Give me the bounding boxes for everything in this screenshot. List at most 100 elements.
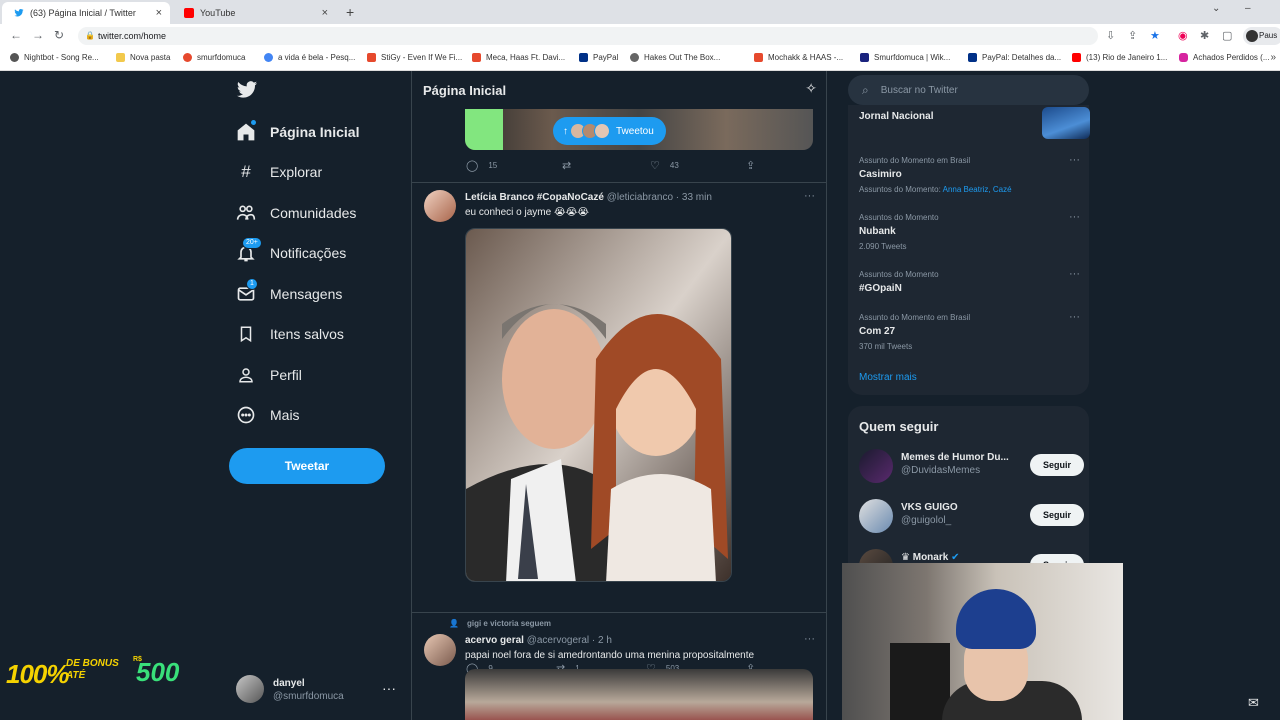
account-switcher[interactable]: danyel @smurfdomuca ··· bbox=[236, 673, 396, 707]
follow-button[interactable]: Seguir bbox=[1030, 504, 1084, 526]
bookmark-item[interactable]: PayPal bbox=[579, 53, 618, 62]
suggestion-handle: @DuvidasMemes bbox=[901, 465, 981, 476]
tab-twitter[interactable]: (63) Página Inicial / Twitter × bbox=[2, 2, 170, 24]
tab-close-icon[interactable]: × bbox=[156, 7, 162, 19]
sparkle-icon[interactable]: ✧ bbox=[805, 80, 817, 97]
suggestion-name: Memes de Humor Du... bbox=[901, 452, 1009, 463]
account-name: danyel bbox=[273, 678, 305, 689]
sidebar-item-profile[interactable]: Perfil bbox=[234, 355, 302, 395]
bookmark-item[interactable]: (13) Rio de Janeiro 1... bbox=[1072, 53, 1167, 62]
install-icon[interactable]: ⇩ bbox=[1106, 29, 1115, 42]
bookmark-item[interactable]: Achados Perdidos (... bbox=[1179, 53, 1269, 62]
sidebar-item-home[interactable]: Página Inicial bbox=[234, 112, 359, 152]
sidebar-item-label: Página Inicial bbox=[270, 124, 360, 140]
avatar[interactable] bbox=[424, 634, 456, 666]
paypal-icon bbox=[579, 53, 588, 62]
suggestion-name: VKS GUIGO bbox=[901, 502, 958, 513]
follow-suggestion[interactable]: Memes de Humor Du... @DuvidasMemes Segui… bbox=[859, 449, 1084, 485]
bookmark-item[interactable]: Smurfdomuca | Wik... bbox=[860, 53, 950, 62]
sidebar-item-explore[interactable]: # Explorar bbox=[234, 152, 322, 192]
bookmark-item[interactable]: Mochakk & HAAS -... bbox=[754, 53, 843, 62]
side-panel-icon[interactable]: ▢ bbox=[1222, 29, 1232, 42]
arrow-up-icon: ↑ bbox=[563, 125, 568, 137]
profile-chip[interactable]: Paus bbox=[1243, 27, 1280, 45]
bookmark-item[interactable]: Hakes Out The Box... bbox=[630, 53, 720, 62]
extension-icon[interactable]: ◉ bbox=[1178, 29, 1188, 42]
browser-chrome: (63) Página Inicial / Twitter × YouTube … bbox=[0, 0, 1280, 71]
trend-item[interactable]: Assuntos do Momento Nubank 2.090 Tweets … bbox=[859, 211, 1084, 251]
tab-youtube[interactable]: YouTube × bbox=[172, 2, 336, 24]
search-icon: ⌕ bbox=[862, 82, 869, 97]
sidebar-item-bookmarks[interactable]: Itens salvos bbox=[234, 314, 344, 354]
tweet-button[interactable]: Tweetar bbox=[229, 448, 385, 484]
sidebar-item-more[interactable]: Mais bbox=[234, 395, 300, 435]
more-options-icon[interactable]: ··· bbox=[1069, 268, 1080, 280]
site-icon bbox=[367, 53, 376, 62]
sidebar-item-notifications[interactable]: 20+ Notificações bbox=[234, 233, 346, 273]
unread-dot bbox=[251, 120, 256, 125]
sidebar-item-communities[interactable]: Comunidades bbox=[234, 193, 356, 233]
author-name[interactable]: Letícia Branco #CopaNoCazé bbox=[465, 192, 604, 203]
tweet-photo[interactable] bbox=[465, 228, 732, 582]
tab-search-icon[interactable]: ⌄ bbox=[1212, 3, 1220, 14]
url-bar[interactable]: 🔒 twitter.com/home bbox=[78, 27, 1098, 45]
more-options-icon[interactable]: ··· bbox=[382, 680, 396, 696]
reply-button[interactable]: ◯ 15 bbox=[466, 159, 497, 172]
tweet-header: acervo geral @acervogeral · 2 h bbox=[465, 635, 612, 646]
tweet-text: eu conheci o jayme 😭😭😭 bbox=[465, 207, 589, 218]
search-input[interactable]: ⌕ Buscar no Twitter bbox=[848, 75, 1089, 105]
webcam-overlay bbox=[842, 563, 1123, 720]
new-tab-button[interactable]: + bbox=[346, 4, 354, 20]
more-options-icon[interactable]: ··· bbox=[804, 190, 815, 202]
follow-button[interactable]: Seguir bbox=[1030, 454, 1084, 476]
more-options-icon[interactable]: ··· bbox=[1069, 211, 1080, 223]
retweet-button[interactable]: ⇄ bbox=[562, 159, 581, 172]
bookmark-item[interactable]: StiGy - Even If We Fi... bbox=[367, 53, 462, 62]
bookmark-item[interactable]: Nightbot - Song Re... bbox=[10, 53, 99, 62]
lock-icon: 🔒 bbox=[85, 31, 95, 40]
bookmark-item[interactable]: a vida é bela - Pesq... bbox=[264, 53, 355, 62]
more-options-icon[interactable]: ··· bbox=[804, 633, 815, 645]
tab-close-icon[interactable]: × bbox=[322, 7, 328, 19]
bookmark-item[interactable]: PayPal: Detalhes da... bbox=[968, 53, 1061, 62]
bookmark-item[interactable]: Nova pasta bbox=[116, 53, 170, 62]
trend-related-links[interactable]: Anna Beatriz, Cazé bbox=[943, 185, 1012, 194]
trend-item[interactable]: Jornal Nacional bbox=[859, 107, 1090, 139]
show-more-link[interactable]: Mostrar mais bbox=[859, 372, 917, 383]
more-circle-icon bbox=[234, 403, 258, 427]
more-options-icon[interactable]: ··· bbox=[1069, 154, 1080, 166]
bookmark-item[interactable]: smurfdomuca bbox=[183, 53, 245, 62]
account-handle: @smurfdomuca bbox=[273, 691, 344, 702]
more-options-icon[interactable]: ··· bbox=[1069, 311, 1080, 323]
trend-item[interactable]: Assuntos do Momento #GOpaiN ··· bbox=[859, 268, 1084, 294]
new-tweets-pill[interactable]: ↑ Tweetou bbox=[553, 117, 666, 145]
left-sidebar: Página Inicial # Explorar Comunidades 20… bbox=[228, 71, 412, 720]
avatar[interactable] bbox=[424, 190, 456, 222]
like-button[interactable]: ♡ 43 bbox=[650, 159, 679, 172]
google-icon bbox=[264, 53, 273, 62]
bell-icon: 20+ bbox=[234, 237, 262, 265]
trend-item[interactable]: Assunto do Momento em Brasil Com 27 370 … bbox=[859, 311, 1084, 351]
tweet-media[interactable] bbox=[465, 669, 813, 720]
tweet[interactable]: Letícia Branco #CopaNoCazé @leticiabranc… bbox=[412, 182, 826, 675]
back-icon[interactable]: ← bbox=[10, 28, 22, 42]
compose-message-icon[interactable]: ✉ bbox=[1248, 695, 1259, 711]
bookmark-star-icon[interactable]: ★ bbox=[1150, 29, 1160, 42]
sidebar-item-messages[interactable]: 1 Mensagens bbox=[234, 274, 342, 314]
share-button[interactable]: ⇪ bbox=[746, 159, 755, 172]
sidebar-item-label: Comunidades bbox=[270, 205, 357, 221]
follow-suggestion[interactable]: VKS GUIGO @guigolol_ Seguir bbox=[859, 499, 1084, 535]
search-placeholder: Buscar no Twitter bbox=[880, 84, 958, 96]
minimize-icon[interactable]: – bbox=[1245, 3, 1251, 14]
share-icon[interactable]: ⇪ bbox=[1128, 29, 1137, 42]
tweet-time: · 33 min bbox=[675, 192, 712, 203]
author-name[interactable]: acervo geral bbox=[465, 635, 524, 646]
puzzle-icon[interactable]: ✱ bbox=[1200, 29, 1209, 42]
twitter-logo-icon[interactable] bbox=[236, 79, 258, 101]
bookmarks-overflow-icon[interactable]: » bbox=[1270, 52, 1276, 63]
forward-icon[interactable]: → bbox=[32, 28, 44, 42]
bookmark-item[interactable]: Meca, Haas Ft. Davi... bbox=[472, 53, 565, 62]
trend-item[interactable]: Assunto do Momento em Brasil Casimiro As… bbox=[859, 154, 1084, 194]
reload-icon[interactable]: ↻ bbox=[54, 28, 64, 42]
trend-name: Nubank bbox=[859, 226, 896, 237]
